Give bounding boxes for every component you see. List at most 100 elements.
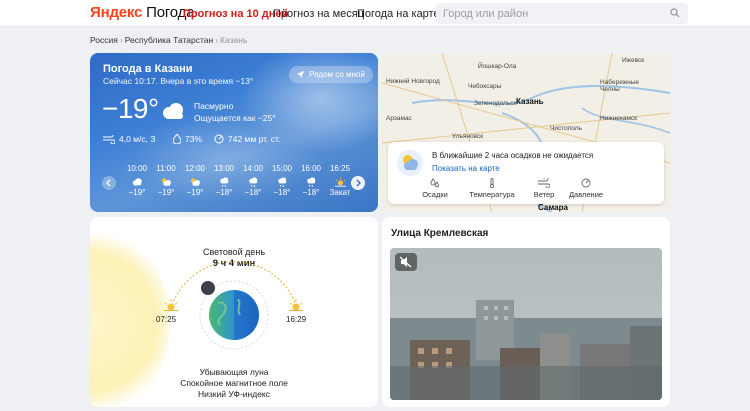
precip-badge — [397, 150, 423, 176]
map-city-kazan: Казань — [516, 97, 544, 106]
top-header: Яндекс Погода Прогноз на 10 дней Прогноз… — [0, 0, 750, 27]
layer-precipitation[interactable]: Осадки — [410, 178, 460, 199]
search-box — [436, 3, 688, 24]
sunset-icon — [334, 177, 347, 187]
precipitation-map-card[interactable]: Ижевск Нижний Новгород Йошкар-Ола Чебокс… — [382, 53, 670, 212]
map-city: Самара — [538, 203, 568, 212]
nav-map[interactable]: Погода на карте — [357, 8, 440, 20]
city-skyline-image — [390, 300, 662, 400]
daylight-card: Световой день 9 ч 4 мин 07:25 16:29 Убыв… — [90, 217, 378, 407]
cloud-icon — [163, 103, 183, 119]
hourly-temp: −18° — [302, 188, 320, 197]
weather-title: Погода в Казани — [103, 63, 193, 75]
hourly-temp: −19° — [186, 188, 204, 197]
current-weather-card: Погода в Казани Сейчас 10:17. Вчера в эт… — [90, 53, 378, 212]
snow-cloud-icon — [307, 177, 316, 187]
breadcrumb: Россия › Республика Татарстан › Казань — [90, 35, 247, 45]
pressure-value: 742 мм рт. ст. — [228, 134, 281, 144]
speaker-muted-icon — [399, 256, 412, 268]
show-on-map-link[interactable]: Показать на карте — [432, 164, 500, 173]
cloud-icon — [132, 178, 142, 186]
webcam-card: Улица Кремлевская — [382, 217, 670, 407]
map-city: Йошкар-Ола — [478, 63, 517, 70]
snow-cloud-icon — [249, 177, 258, 187]
near-me-label: Рядом со мной — [309, 70, 365, 79]
feels-like-text: Ощущается как −25° — [194, 113, 276, 123]
near-me-button[interactable]: Рядом со мной — [289, 66, 373, 83]
hourly-time: 11:00 — [156, 164, 176, 173]
location-arrow-icon — [296, 70, 305, 79]
humidity-value: 73% — [185, 134, 203, 144]
search-input[interactable] — [443, 5, 663, 22]
mute-button[interactable] — [395, 253, 417, 271]
hourly-time: 16:00 — [300, 164, 322, 173]
wind-icon — [538, 178, 550, 188]
map-city: Ижевск — [622, 57, 645, 64]
sunrise-icon — [164, 299, 178, 311]
hourly-time: 10:00 — [126, 164, 148, 173]
map-city: Чебоксары — [468, 83, 502, 90]
logo-brand: Яндекс — [90, 4, 143, 21]
hourly-time: 16:25 — [329, 164, 351, 173]
nav-month[interactable]: Прогноз на месяц — [273, 8, 364, 20]
daylight-title: Световой день — [202, 247, 266, 257]
map-city: Чистополь — [550, 125, 582, 132]
hourly-temp: Закат — [329, 188, 351, 197]
breadcrumb-kazan: Казань — [220, 35, 248, 45]
sun-cloud-icon — [161, 178, 171, 186]
search-icon[interactable] — [670, 8, 680, 18]
pressure-stat: 742 мм рт. ст. — [214, 134, 280, 144]
layer-pressure[interactable]: Давление — [561, 178, 611, 199]
hourly-temp: −18° — [273, 188, 291, 197]
breadcrumb-separator: › — [119, 35, 123, 45]
layer-label: Осадки — [422, 190, 448, 199]
snow-cloud-icon — [278, 177, 287, 187]
layer-label: Ветер — [533, 190, 555, 199]
magnetic-field: Спокойное магнитное поле — [180, 378, 288, 388]
webcam-title: Улица Кремлевская — [391, 228, 489, 239]
yandex-weather-logo[interactable]: Яндекс Погода — [90, 4, 195, 21]
sun-cloud-icon — [403, 155, 418, 170]
layer-temperature[interactable]: Температура — [467, 178, 517, 199]
snow-cloud-icon — [220, 177, 229, 187]
thermometer-icon — [489, 178, 495, 188]
map-city: Ульяновск — [452, 133, 484, 140]
precipitation-panel: В ближайшие 2 часа осадков не ожидается … — [388, 142, 664, 204]
gauge-icon — [214, 134, 224, 144]
current-temperature: −19° — [102, 93, 159, 124]
precip-message: В ближайшие 2 часа осадков не ожидается — [432, 151, 594, 160]
breadcrumb-russia[interactable]: Россия — [90, 35, 118, 45]
wind-icon — [103, 134, 115, 144]
layer-label: Температура — [469, 190, 515, 199]
droplet-icon — [173, 134, 181, 144]
sunset-icon — [289, 299, 303, 311]
sunrise-time: 07:25 — [156, 315, 177, 324]
hourly-forecast: 10:00 −19° 11:00 −19° 12:00 −19° 13:00 −18° 14:0… — [101, 164, 367, 202]
layer-label: Давление — [568, 190, 604, 199]
map-city: Арзамас — [386, 115, 412, 122]
earth-icon — [209, 290, 259, 340]
chevron-right-icon — [356, 179, 361, 187]
breadcrumb-tatarstan[interactable]: Республика Татарстан — [125, 35, 213, 45]
condition-text: Пасмурно — [194, 101, 234, 111]
map-city: Нижний Новгород — [386, 78, 440, 85]
map-city: Набережные Челны — [600, 79, 639, 93]
uv-index: Низкий УФ-индекс — [198, 389, 270, 399]
hourly-next-button[interactable] — [351, 176, 365, 190]
hourly-prev-button[interactable] — [102, 176, 116, 190]
chevron-left-icon — [106, 179, 111, 187]
hourly-temp: −19° — [128, 188, 146, 197]
hourly-temp: −19° — [157, 188, 175, 197]
precipitation-icon — [430, 178, 439, 188]
map-city: Зеленодольск — [474, 100, 517, 107]
sunset-time: 16:29 — [286, 315, 307, 324]
map-city: Нижнекамск — [600, 115, 638, 122]
humidity-stat: 73% — [173, 134, 202, 144]
webcam-video[interactable] — [390, 248, 662, 400]
wind-value: 4,0 м/с, З — [119, 134, 156, 144]
gauge-icon — [581, 178, 591, 188]
moon-phase: Убывающая луна — [199, 367, 269, 377]
hourly-time: 12:00 — [184, 164, 206, 173]
hourly-temp: −18° — [244, 188, 262, 197]
weather-subtitle: Сейчас 10:17. Вчера в это время −13° — [103, 76, 254, 86]
